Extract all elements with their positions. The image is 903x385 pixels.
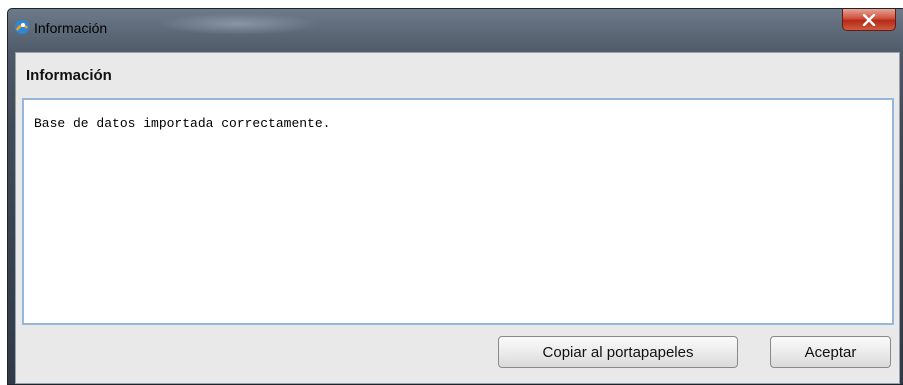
dialog-heading: Información xyxy=(26,67,112,84)
title-bar[interactable]: Información xyxy=(8,9,903,45)
dialog-content: Información Base de datos importada corr… xyxy=(15,52,900,384)
message-text-area[interactable]: Base de datos importada correctamente. xyxy=(22,98,894,325)
title-glow xyxy=(158,13,318,35)
dialog-window: Información Información Base de datos im… xyxy=(7,8,903,385)
java-app-icon xyxy=(14,19,30,35)
copy-to-clipboard-button[interactable]: Copiar al portapapeles xyxy=(498,336,738,368)
close-icon xyxy=(862,13,876,26)
accept-button[interactable]: Aceptar xyxy=(770,336,891,368)
window-title: Información xyxy=(34,20,108,36)
close-button[interactable] xyxy=(842,9,896,31)
